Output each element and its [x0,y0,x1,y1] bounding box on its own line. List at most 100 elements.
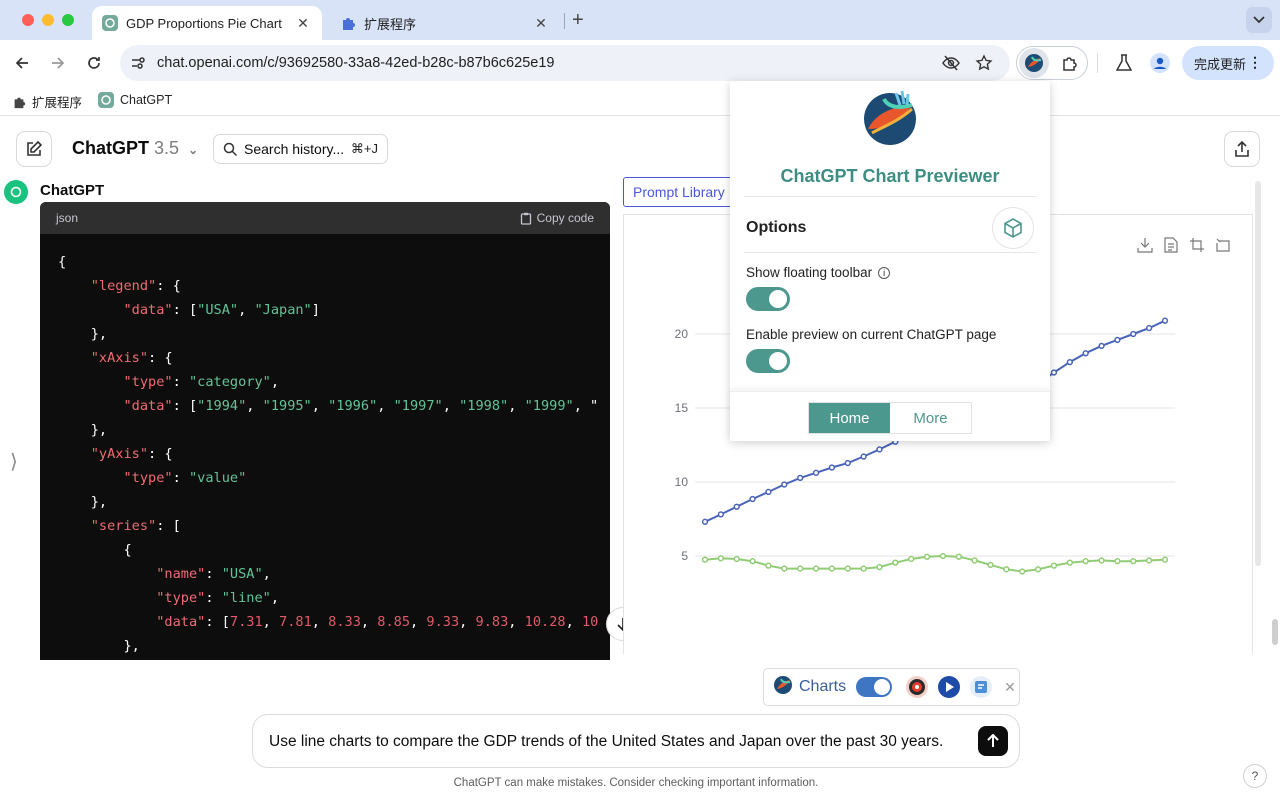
popup-footer: Home More [730,391,1050,441]
crop-zoom-icon[interactable] [1188,236,1206,254]
code-language: json [56,211,79,225]
data-view-icon[interactable] [1162,236,1180,254]
disclaimer: ChatGPT can make mistakes. Consider chec… [453,777,819,789]
download-icon[interactable] [1136,236,1154,254]
new-chat-button[interactable] [16,131,52,167]
data-point [765,488,772,496]
search-placeholder: Search history... [244,141,345,157]
chart-previewer-extension-icon[interactable] [1019,48,1049,78]
data-point [860,565,867,572]
labs-flask-icon[interactable] [1113,52,1135,74]
data-point [1145,557,1153,564]
charts-toggle[interactable] [856,677,893,697]
bookmark-extensions[interactable]: 扩展程序 [12,92,82,111]
copy-code-button[interactable]: Copy code [520,211,594,225]
info-icon[interactable]: i [878,266,891,279]
prompt-library-button[interactable]: Prompt Library [623,177,735,207]
message-composer[interactable]: Use line charts to compare the GDP trend… [252,714,1020,768]
code-content: { "legend": { "data": ["USA", "Japan"] }… [40,234,610,658]
data-point [1066,559,1073,566]
data-point [1034,566,1042,573]
profile-avatar-icon[interactable] [1149,52,1171,74]
tab-more[interactable]: More [890,403,971,433]
tab-gdp-chart[interactable]: GDP Proportions Pie Chart ✕ [92,6,322,40]
tab-strip: GDP Proportions Pie Chart ✕ 扩展程序 ✕ + [0,0,1280,40]
reload-icon[interactable] [83,52,105,74]
enable-preview-switch[interactable] [746,349,790,373]
sticker-extension-icon[interactable] [970,676,993,698]
scrollbar[interactable] [1255,181,1261,566]
clipboard-icon [520,212,531,225]
chatgpt-icon [102,15,118,31]
code-line: { [58,542,132,558]
bookmark-label: ChatGPT [120,93,173,107]
model-selector[interactable]: ChatGPT 3.5 ⌄ [72,138,198,159]
tab-search-button[interactable] [1246,7,1272,33]
code-line: "type": "category", [123,374,279,390]
close-tab-icon[interactable]: ✕ [532,15,550,32]
search-history-input[interactable]: Search history... ⌘+J [213,134,388,164]
floating-toolbar-switch[interactable] [746,287,790,311]
data-point [749,558,756,565]
data-point [781,481,788,488]
divider [744,196,1036,197]
extensions-puzzle-icon[interactable] [1059,52,1081,74]
code-line: "legend": { [90,278,181,294]
code-line: }, [58,422,108,438]
close-tab-icon[interactable]: ✕ [294,15,312,32]
option-floating-toolbar: Show floating toolbar i [746,265,891,280]
bookmarks-bar: 扩展程序 ChatGPT [0,86,1280,116]
option-label: Enable preview on current ChatGPT page [746,327,997,342]
tab-divider [564,13,565,29]
maximize-window-button[interactable] [62,14,74,26]
data-point [717,555,725,562]
tab-home[interactable]: Home [809,403,890,433]
code-line: "type": "value" [123,470,247,486]
collapse-sidebar-icon[interactable]: ⟩ [10,449,18,474]
bookmark-chatgpt[interactable]: ChatGPT [98,92,172,108]
update-label: 完成更新 [1194,56,1247,72]
eye-off-icon[interactable] [942,54,960,72]
more-menu-icon[interactable]: ⋮ [1248,54,1262,71]
minimize-window-button[interactable] [42,14,54,26]
share-button[interactable] [1224,131,1260,167]
bookmark-star-icon[interactable] [975,54,993,72]
code-line: }, [58,494,108,510]
edit-icon [27,140,43,156]
cube-icon[interactable] [992,207,1034,249]
charts-label: Charts [799,678,847,695]
update-button[interactable]: 完成更新 ⋮ [1182,46,1274,80]
close-window-button[interactable] [22,14,34,26]
share-icon [1235,140,1249,157]
forward-icon[interactable] [47,52,69,74]
data-point [955,553,962,560]
site-settings-icon[interactable] [129,54,147,72]
message-input[interactable]: Use line charts to compare the GDP trend… [269,733,943,751]
y-tick-label: 5 [681,549,688,563]
close-toolbar-icon[interactable]: ✕ [1004,679,1016,696]
code-line: "series": [ [90,518,181,534]
play-extension-icon[interactable] [938,676,961,698]
data-point [701,518,709,525]
data-point [765,562,772,569]
data-point [892,559,899,566]
data-point [797,474,804,482]
y-tick-label: 15 [675,401,689,415]
data-point [1082,558,1089,565]
address-bar[interactable]: chat.openai.com/c/93692580-33a8-42ed-b28… [120,45,1010,81]
puzzle-icon [12,95,26,109]
page-scrollbar[interactable] [1272,619,1278,645]
send-button[interactable] [978,726,1008,756]
data-point [812,469,820,476]
back-icon[interactable] [11,52,33,74]
arrow-up-icon [987,734,999,747]
help-button[interactable]: ? [1243,764,1267,788]
data-point [1082,350,1089,357]
data-point [812,565,820,572]
new-tab-icon[interactable]: + [572,9,584,32]
restore-icon[interactable] [1214,236,1232,254]
data-point [828,565,836,572]
tab-extensions[interactable]: 扩展程序 ✕ [330,6,560,40]
extension-b-icon[interactable] [906,676,929,698]
browser-toolbar: chat.openai.com/c/93692580-33a8-42ed-b28… [0,40,1280,86]
